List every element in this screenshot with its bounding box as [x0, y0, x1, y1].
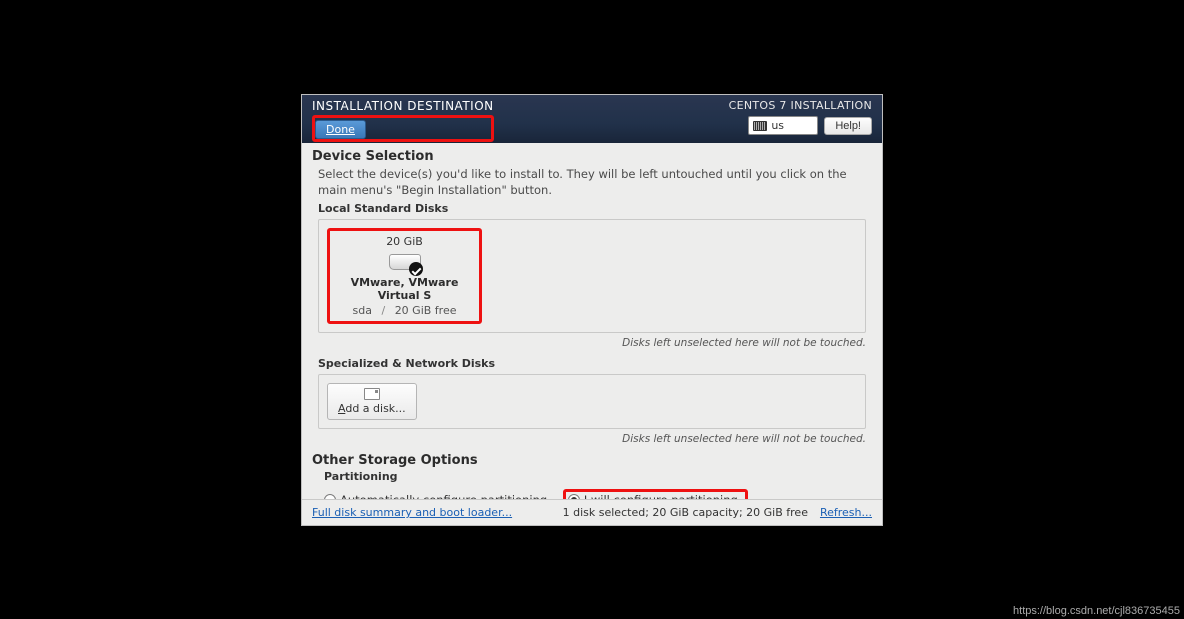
keyboard-layout-selector[interactable]: us: [748, 116, 818, 135]
hard-drive-icon: [389, 252, 421, 274]
header-left: INSTALLATION DESTINATION Done: [312, 99, 494, 142]
footer-bar: Full disk summary and boot loader... 1 d…: [302, 499, 882, 525]
device-selection-description: Select the device(s) you'd like to insta…: [312, 166, 872, 198]
add-disk-button[interactable]: Add a disk...: [327, 383, 417, 420]
device-selection-heading: Device Selection: [312, 149, 872, 164]
partitioning-section: Partitioning Automatically configure par…: [312, 470, 872, 499]
keyboard-layout-label: us: [771, 119, 784, 132]
distro-label: CENTOS 7 INSTALLATION: [729, 99, 872, 112]
disk-add-icon: [364, 388, 380, 400]
installer-window: INSTALLATION DESTINATION Done CENTOS 7 I…: [302, 95, 882, 525]
footer-status: 1 disk selected; 20 GiB capacity; 20 GiB…: [563, 506, 872, 519]
main-body: Device Selection Select the device(s) yo…: [302, 143, 882, 499]
refresh-link[interactable]: Refresh...: [820, 506, 872, 519]
selected-check-icon: [409, 262, 423, 276]
radio-manual-partitioning[interactable]: I will configure partitioning.: [568, 493, 742, 499]
network-disks-heading: Specialized & Network Disks: [312, 357, 872, 370]
radio-icon: [324, 494, 336, 499]
disk-summary-link[interactable]: Full disk summary and boot loader...: [312, 506, 512, 519]
header-right: CENTOS 7 INSTALLATION us Help!: [729, 99, 872, 135]
help-button[interactable]: Help!: [824, 117, 872, 135]
done-button[interactable]: Done: [315, 120, 366, 139]
watermark: https://blog.csdn.net/cjl836735455: [1013, 605, 1180, 617]
network-disks-panel: Add a disk...: [318, 374, 866, 429]
radio-auto-partitioning[interactable]: Automatically configure partitioning.: [324, 493, 551, 499]
network-disks-hint: Disks left unselected here will not be t…: [312, 433, 866, 445]
disk-sda[interactable]: 20 GiB VMware, VMware Virtual S sda / 20…: [327, 228, 482, 324]
page-title: INSTALLATION DESTINATION: [312, 99, 494, 113]
done-highlight: Done: [312, 115, 494, 142]
header-right-row: us Help!: [748, 116, 872, 135]
radio-icon: [568, 494, 580, 499]
keyboard-icon: [753, 121, 767, 131]
disk-sub-label: sda / 20 GiB free: [353, 304, 457, 317]
local-disks-panel: 20 GiB VMware, VMware Virtual S sda / 20…: [318, 219, 866, 333]
disk-name-label: VMware, VMware Virtual S: [336, 276, 473, 302]
partitioning-label: Partitioning: [324, 470, 872, 483]
disk-size-label: 20 GiB: [386, 235, 423, 248]
other-storage-heading: Other Storage Options: [312, 453, 872, 468]
partitioning-radio-row: Automatically configure partitioning. I …: [324, 489, 872, 499]
local-disks-heading: Local Standard Disks: [312, 202, 872, 215]
manual-partitioning-highlight: I will configure partitioning.: [563, 489, 749, 499]
header-bar: INSTALLATION DESTINATION Done CENTOS 7 I…: [302, 95, 882, 143]
local-disks-hint: Disks left unselected here will not be t…: [312, 337, 866, 349]
